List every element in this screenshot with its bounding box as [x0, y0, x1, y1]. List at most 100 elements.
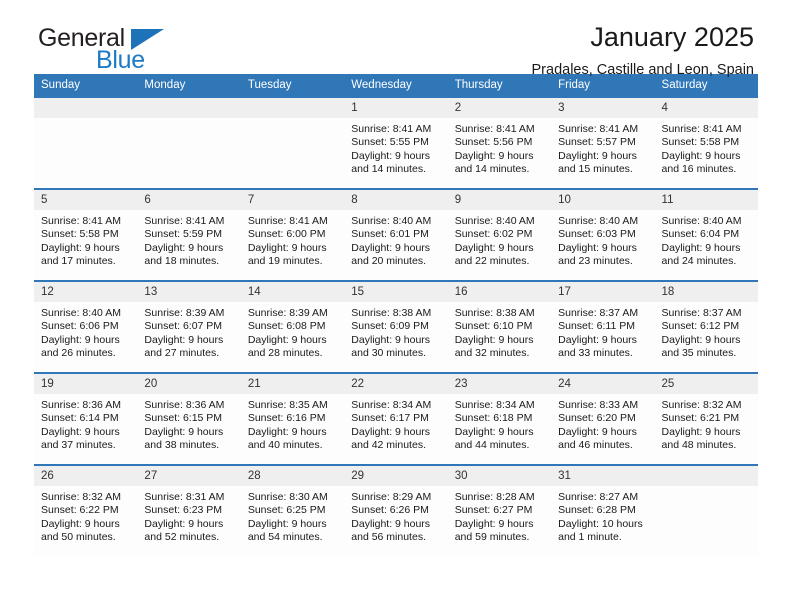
- day-cell-inner: 8 Sunrise: 8:40 AM Sunset: 6:01 PM Daylight…: [344, 190, 448, 278]
- calendar-day-cell[interactable]: 18 Sunrise: 8:37 AM Sunset: 6:12 PM Dayligh…: [654, 280, 758, 373]
- calendar-day-cell[interactable]: 2 Sunrise: 8:41 AM Sunset: 5:56 PM Daylight…: [447, 96, 552, 189]
- sunrise-time: Sunrise: 8:38 AM: [351, 307, 432, 319]
- calendar-day-cell[interactable]: 30 Sunrise: 8:28 AM Sunset: 6:27 PM Dayligh…: [447, 464, 552, 556]
- calendar-day-cell[interactable]: 16 Sunrise: 8:38 AM Sunset: 6:10 PM Dayligh…: [447, 280, 552, 373]
- calendar-day-cell[interactable]: 3 Sunrise: 8:41 AM Sunset: 5:57 PM Daylight…: [551, 96, 655, 189]
- day-cell-inner: 1 Sunrise: 8:41 AM Sunset: 5:55 PM Daylight…: [344, 98, 448, 186]
- sunrise-time: Sunrise: 8:41 AM: [247, 215, 328, 227]
- calendar-day-cell[interactable]: 27 Sunrise: 8:31 AM Sunset: 6:23 PM Dayligh…: [137, 464, 241, 556]
- calendar-day-cell[interactable]: 28 Sunrise: 8:30 AM Sunset: 6:25 PM Dayligh…: [240, 464, 345, 556]
- calendar-day-cell[interactable]: 15 Sunrise: 8:38 AM Sunset: 6:09 PM Dayligh…: [344, 280, 448, 373]
- calendar-day-cell[interactable]: 6 Sunrise: 8:41 AM Sunset: 5:59 PM Daylight…: [137, 188, 241, 281]
- day-cell-inner: 14 Sunrise: 8:39 AM Sunset: 6:08 PM Dayligh…: [240, 282, 345, 370]
- calendar-week-row: 12 Sunrise: 8:40 AM Sunset: 6:06 PM Dayligh…: [34, 280, 758, 373]
- day-cell-inner: 13 Sunrise: 8:39 AM Sunset: 6:07 PM Dayligh…: [137, 282, 241, 370]
- sunrise-time: Sunrise: 8:41 AM: [144, 215, 225, 227]
- day-number: 2: [447, 98, 552, 118]
- day-number: 27: [137, 466, 241, 486]
- daylight-duration-line-1: Daylight: 9 hours: [661, 241, 741, 254]
- daylight-duration-line-1: Daylight: 9 hours: [351, 149, 431, 162]
- calendar-day-cell[interactable]: 10 Sunrise: 8:40 AM Sunset: 6:03 PM Dayligh…: [551, 188, 655, 281]
- day-sun-info: Sunrise: 8:36 AM Sunset: 6:14 PM Daylight:…: [34, 394, 137, 453]
- day-sun-info: Sunrise: 8:41 AM Sunset: 5:56 PM Daylight:…: [448, 118, 551, 177]
- day-sun-info: Sunrise: 8:40 AM Sunset: 6:06 PM Daylight:…: [34, 302, 137, 361]
- day-number: [34, 98, 138, 118]
- sunrise-time: Sunrise: 8:40 AM: [454, 215, 535, 227]
- daylight-duration-line-1: Daylight: 9 hours: [558, 425, 637, 438]
- calendar-day-cell[interactable]: 25 Sunrise: 8:32 AM Sunset: 6:21 PM Dayligh…: [654, 372, 758, 465]
- sunrise-time: Sunrise: 8:40 AM: [661, 215, 742, 227]
- day-sun-info: Sunrise: 8:38 AM Sunset: 6:09 PM Daylight:…: [344, 302, 447, 361]
- daylight-duration-line-1: Daylight: 9 hours: [144, 425, 224, 438]
- daylight-duration-line-1: Daylight: 9 hours: [351, 333, 431, 346]
- calendar-day-cell[interactable]: 21 Sunrise: 8:35 AM Sunset: 6:16 PM Dayligh…: [240, 372, 345, 465]
- sunset-time: Sunset: 6:08 PM: [247, 320, 326, 333]
- calendar-day-cell[interactable]: 22 Sunrise: 8:34 AM Sunset: 6:17 PM Dayligh…: [344, 372, 448, 465]
- calendar-day-cell[interactable]: 14 Sunrise: 8:39 AM Sunset: 6:08 PM Dayligh…: [240, 280, 345, 373]
- sunset-time: Sunset: 6:26 PM: [351, 504, 429, 517]
- calendar-day-cell[interactable]: 20 Sunrise: 8:36 AM Sunset: 6:15 PM Dayligh…: [137, 372, 241, 465]
- calendar-day-cell[interactable]: 4 Sunrise: 8:41 AM Sunset: 5:58 PM Daylight…: [654, 96, 758, 189]
- daylight-duration-line-1: Daylight: 9 hours: [144, 241, 224, 254]
- calendar-day-cell[interactable]: 29 Sunrise: 8:29 AM Sunset: 6:26 PM Dayligh…: [344, 464, 448, 556]
- sunset-time: Sunset: 6:10 PM: [454, 320, 533, 333]
- day-cell-inner: 27 Sunrise: 8:31 AM Sunset: 6:23 PM Dayligh…: [137, 466, 241, 554]
- sunrise-time: Sunrise: 8:41 AM: [661, 123, 742, 135]
- day-number: [240, 98, 345, 118]
- daylight-duration-line-1: Daylight: 9 hours: [454, 333, 534, 346]
- daylight-duration-line-1: Daylight: 9 hours: [247, 241, 327, 254]
- calendar-day-cell[interactable]: 19 Sunrise: 8:36 AM Sunset: 6:14 PM Dayligh…: [34, 372, 138, 465]
- day-number: [654, 466, 758, 486]
- daylight-duration-line-1: Daylight: 9 hours: [247, 333, 327, 346]
- title-block: January 2025 Pradales, Castille and Leon…: [532, 22, 754, 79]
- calendar-day-cell[interactable]: 26 Sunrise: 8:32 AM Sunset: 6:22 PM Dayligh…: [34, 464, 138, 556]
- daylight-duration-line-1: Daylight: 9 hours: [454, 149, 534, 162]
- calendar-day-cell[interactable]: 8 Sunrise: 8:40 AM Sunset: 6:01 PM Daylight…: [344, 188, 448, 281]
- calendar-day-cell[interactable]: 24 Sunrise: 8:33 AM Sunset: 6:20 PM Dayligh…: [551, 372, 655, 465]
- sunrise-time: Sunrise: 8:34 AM: [454, 399, 535, 411]
- calendar-day-cell[interactable]: 9 Sunrise: 8:40 AM Sunset: 6:02 PM Daylight…: [447, 188, 552, 281]
- calendar-day-cell-empty: [654, 464, 758, 556]
- daylight-duration-line-2: and 22 minutes.: [454, 255, 530, 268]
- day-sun-info: Sunrise: 8:41 AM Sunset: 5:58 PM Daylight:…: [34, 210, 137, 269]
- calendar-week-row: 26 Sunrise: 8:32 AM Sunset: 6:22 PM Dayligh…: [34, 464, 758, 556]
- daylight-duration-line-2: and 28 minutes.: [247, 347, 323, 360]
- daylight-duration-line-2: and 50 minutes.: [41, 531, 116, 544]
- calendar-day-cell[interactable]: 17 Sunrise: 8:37 AM Sunset: 6:11 PM Dayligh…: [551, 280, 655, 373]
- sunrise-time: Sunrise: 8:32 AM: [41, 491, 121, 503]
- sunrise-time: Sunrise: 8:32 AM: [661, 399, 742, 411]
- day-cell-inner: 3 Sunrise: 8:41 AM Sunset: 5:57 PM Daylight…: [551, 98, 655, 186]
- day-number: 15: [344, 282, 448, 302]
- calendar-day-cell[interactable]: 11 Sunrise: 8:40 AM Sunset: 6:04 PM Dayligh…: [654, 188, 758, 281]
- sunrise-time: Sunrise: 8:37 AM: [661, 307, 742, 319]
- day-sun-info: Sunrise: 8:40 AM Sunset: 6:02 PM Daylight:…: [448, 210, 551, 269]
- day-number: 9: [447, 190, 552, 210]
- daylight-duration-line-1: Daylight: 10 hours: [558, 517, 643, 530]
- daylight-duration-line-2: and 56 minutes.: [351, 531, 426, 544]
- sunset-time: Sunset: 6:12 PM: [661, 320, 740, 333]
- day-sun-info: Sunrise: 8:36 AM Sunset: 6:15 PM Daylight:…: [137, 394, 240, 453]
- calendar-day-cell[interactable]: 12 Sunrise: 8:40 AM Sunset: 6:06 PM Dayligh…: [34, 280, 138, 373]
- day-cell-inner: 21 Sunrise: 8:35 AM Sunset: 6:16 PM Dayligh…: [240, 374, 345, 462]
- calendar-day-cell[interactable]: 23 Sunrise: 8:34 AM Sunset: 6:18 PM Dayligh…: [447, 372, 552, 465]
- daylight-duration-line-2: and 59 minutes.: [454, 531, 530, 544]
- calendar-day-cell[interactable]: 13 Sunrise: 8:39 AM Sunset: 6:07 PM Dayligh…: [137, 280, 241, 373]
- daylight-duration-line-1: Daylight: 9 hours: [41, 425, 120, 438]
- daylight-duration-line-2: and 37 minutes.: [41, 439, 116, 452]
- day-number: 24: [551, 374, 655, 394]
- day-cell-inner: 30 Sunrise: 8:28 AM Sunset: 6:27 PM Dayligh…: [447, 466, 552, 554]
- calendar-day-cell[interactable]: 31 Sunrise: 8:27 AM Sunset: 6:28 PM Dayligh…: [551, 464, 655, 556]
- day-cell-inner: 17 Sunrise: 8:37 AM Sunset: 6:11 PM Dayligh…: [551, 282, 655, 370]
- calendar-day-cell[interactable]: 7 Sunrise: 8:41 AM Sunset: 6:00 PM Daylight…: [240, 188, 345, 281]
- calendar-day-cell[interactable]: 5 Sunrise: 8:41 AM Sunset: 5:58 PM Daylight…: [34, 188, 138, 281]
- sunrise-time: Sunrise: 8:40 AM: [41, 307, 121, 319]
- calendar-day-cell-empty: [137, 96, 241, 189]
- sunset-time: Sunset: 6:09 PM: [351, 320, 429, 333]
- day-number: 25: [654, 374, 758, 394]
- daylight-duration-line-2: and 23 minutes.: [558, 255, 633, 268]
- day-number: 4: [654, 98, 758, 118]
- calendar-day-cell[interactable]: 1 Sunrise: 8:41 AM Sunset: 5:55 PM Daylight…: [344, 96, 448, 189]
- daylight-duration-line-1: Daylight: 9 hours: [41, 241, 120, 254]
- sunset-time: Sunset: 6:20 PM: [558, 412, 636, 425]
- page-title: January 2025: [590, 22, 754, 52]
